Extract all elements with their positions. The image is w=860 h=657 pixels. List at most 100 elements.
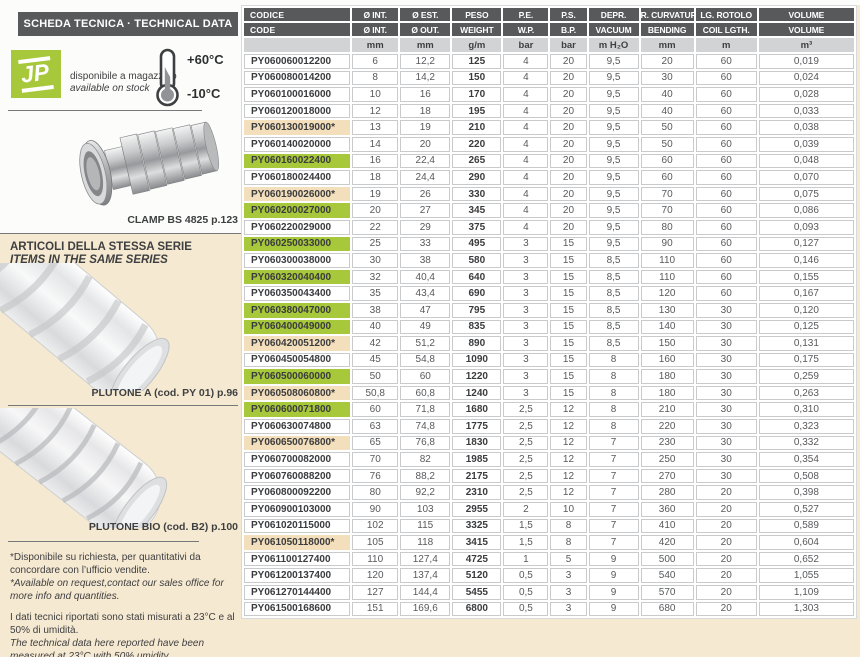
- value-cell: 180: [640, 369, 694, 384]
- datasheet-page: SCHEDA TECNICA · TECHNICAL DATA JP dispo…: [0, 0, 860, 657]
- table-row: PY060060012200 6 12,2 125 4 20 9,5 20 60 0,019: [244, 54, 854, 69]
- value-cell: 18: [352, 170, 399, 185]
- value-cell: 180: [640, 385, 694, 401]
- value-cell: 1775: [452, 419, 502, 434]
- value-cell: 3: [503, 336, 549, 351]
- value-cell: 2,5: [503, 419, 549, 434]
- value-cell: 60: [695, 103, 757, 119]
- code-cell: PY060080014200: [244, 70, 351, 86]
- value-cell: 125: [452, 54, 502, 69]
- jp-logo-text: JP: [18, 55, 54, 93]
- jp-logo: JP: [11, 50, 61, 98]
- value-cell: 20: [550, 153, 587, 169]
- thermometer-icon: [156, 48, 179, 107]
- value-cell: 3: [503, 385, 549, 401]
- code-cell: PY060190026000*: [244, 186, 351, 202]
- value-cell: 1985: [452, 452, 502, 467]
- value-cell: 1220: [452, 369, 502, 384]
- value-cell: 20: [640, 54, 694, 69]
- unit-cell: bar: [550, 38, 587, 52]
- value-cell: 30: [695, 302, 757, 318]
- value-cell: 74,8: [400, 419, 451, 434]
- value-cell: 570: [640, 585, 694, 600]
- value-cell: 4725: [452, 551, 502, 567]
- code-cell: PY060250033000: [244, 236, 351, 252]
- value-cell: 150: [640, 336, 694, 351]
- value-cell: 19: [352, 186, 399, 202]
- value-cell: 30: [695, 319, 757, 335]
- value-cell: 220: [452, 136, 502, 152]
- table-row: PY060900103000 90 103 2955 2 10 7 360 20 0,527: [244, 502, 854, 517]
- value-cell: 4: [503, 120, 549, 135]
- value-cell: 20: [550, 203, 587, 218]
- value-cell: 0,093: [758, 219, 854, 235]
- value-cell: 0,086: [758, 203, 854, 218]
- column-header: CODE: [244, 23, 351, 36]
- column-header: VACUUM: [588, 23, 639, 36]
- value-cell: 20: [550, 103, 587, 119]
- value-cell: 3: [503, 302, 549, 318]
- value-cell: 540: [640, 568, 694, 583]
- code-cell: PY060420051200*: [244, 336, 351, 351]
- value-cell: 690: [452, 286, 502, 301]
- value-cell: 120: [640, 286, 694, 301]
- value-cell: 102: [352, 518, 399, 534]
- plutone-bio-hose-image: [0, 408, 168, 528]
- table-row: PY060080014200 8 14,2 150 4 20 9,5 30 60 0,024: [244, 70, 854, 86]
- column-header: VOLUME: [758, 23, 854, 36]
- table-row: PY061200137400 120 137,4 5120 0,5 3 9 540 20 1,05…: [244, 568, 854, 583]
- value-cell: 12: [550, 468, 587, 484]
- value-cell: 105: [352, 535, 399, 550]
- value-cell: 127,4: [400, 551, 451, 567]
- value-cell: 49: [400, 319, 451, 335]
- value-cell: 170: [452, 87, 502, 102]
- table-row: PY060220029000 22 29 375 4 20 9,5 80 60 0,093: [244, 219, 854, 235]
- column-header: BENDING: [640, 23, 694, 36]
- table-row: PY060100016000 10 16 170 4 20 9,5 40 60 0,028: [244, 87, 854, 102]
- code-cell: PY061270144400: [244, 585, 351, 600]
- value-cell: 137,4: [400, 568, 451, 583]
- value-cell: 795: [452, 302, 502, 318]
- value-cell: 5: [550, 551, 587, 567]
- value-cell: 40: [640, 103, 694, 119]
- unit-cell: [244, 38, 351, 52]
- value-cell: 70: [640, 186, 694, 202]
- value-cell: 20: [695, 485, 757, 501]
- value-cell: 115: [400, 518, 451, 534]
- value-cell: 38: [400, 253, 451, 268]
- value-cell: 0,652: [758, 551, 854, 567]
- value-cell: 0,033: [758, 103, 854, 119]
- table-row: PY061050118000* 105 118 3415 1,5 8 7 420 20 0,604: [244, 535, 854, 550]
- value-cell: 50: [640, 136, 694, 152]
- value-cell: 5120: [452, 568, 502, 583]
- value-cell: 1,055: [758, 568, 854, 583]
- plutone-a-hose-image: [0, 263, 170, 391]
- value-cell: 2,5: [503, 452, 549, 467]
- value-cell: 20: [550, 120, 587, 135]
- value-cell: 60: [400, 369, 451, 384]
- value-cell: 8,5: [588, 253, 639, 268]
- clamp-reference-label: CLAMP BS 4825 p.123: [127, 214, 238, 226]
- value-cell: 12: [550, 402, 587, 418]
- value-cell: 4: [503, 54, 549, 69]
- temp-min: -10°C: [187, 86, 221, 101]
- table-row: PY060180024400 18 24,4 290 4 20 9,5 60 60 0,070: [244, 170, 854, 185]
- code-cell: PY060130019000*: [244, 120, 351, 135]
- value-cell: 70: [352, 452, 399, 467]
- value-cell: 20: [695, 502, 757, 517]
- value-cell: 360: [640, 502, 694, 517]
- value-cell: 0,5: [503, 585, 549, 600]
- value-cell: 22: [352, 219, 399, 235]
- value-cell: 0,075: [758, 186, 854, 202]
- value-cell: 4: [503, 170, 549, 185]
- value-cell: 9,5: [588, 103, 639, 119]
- footnote-measured-en: The technical data here reported have be…: [10, 638, 205, 657]
- value-cell: 12: [550, 435, 587, 451]
- value-cell: 1,303: [758, 601, 854, 617]
- value-cell: 0,332: [758, 435, 854, 451]
- value-cell: 2955: [452, 502, 502, 517]
- page-title: SCHEDA TECNICA · TECHNICAL DATA: [18, 12, 238, 36]
- value-cell: 4: [503, 136, 549, 152]
- value-cell: 3: [503, 319, 549, 335]
- table-row: PY060130019000* 13 19 210 4 20 9,5 50 60 0,038: [244, 120, 854, 135]
